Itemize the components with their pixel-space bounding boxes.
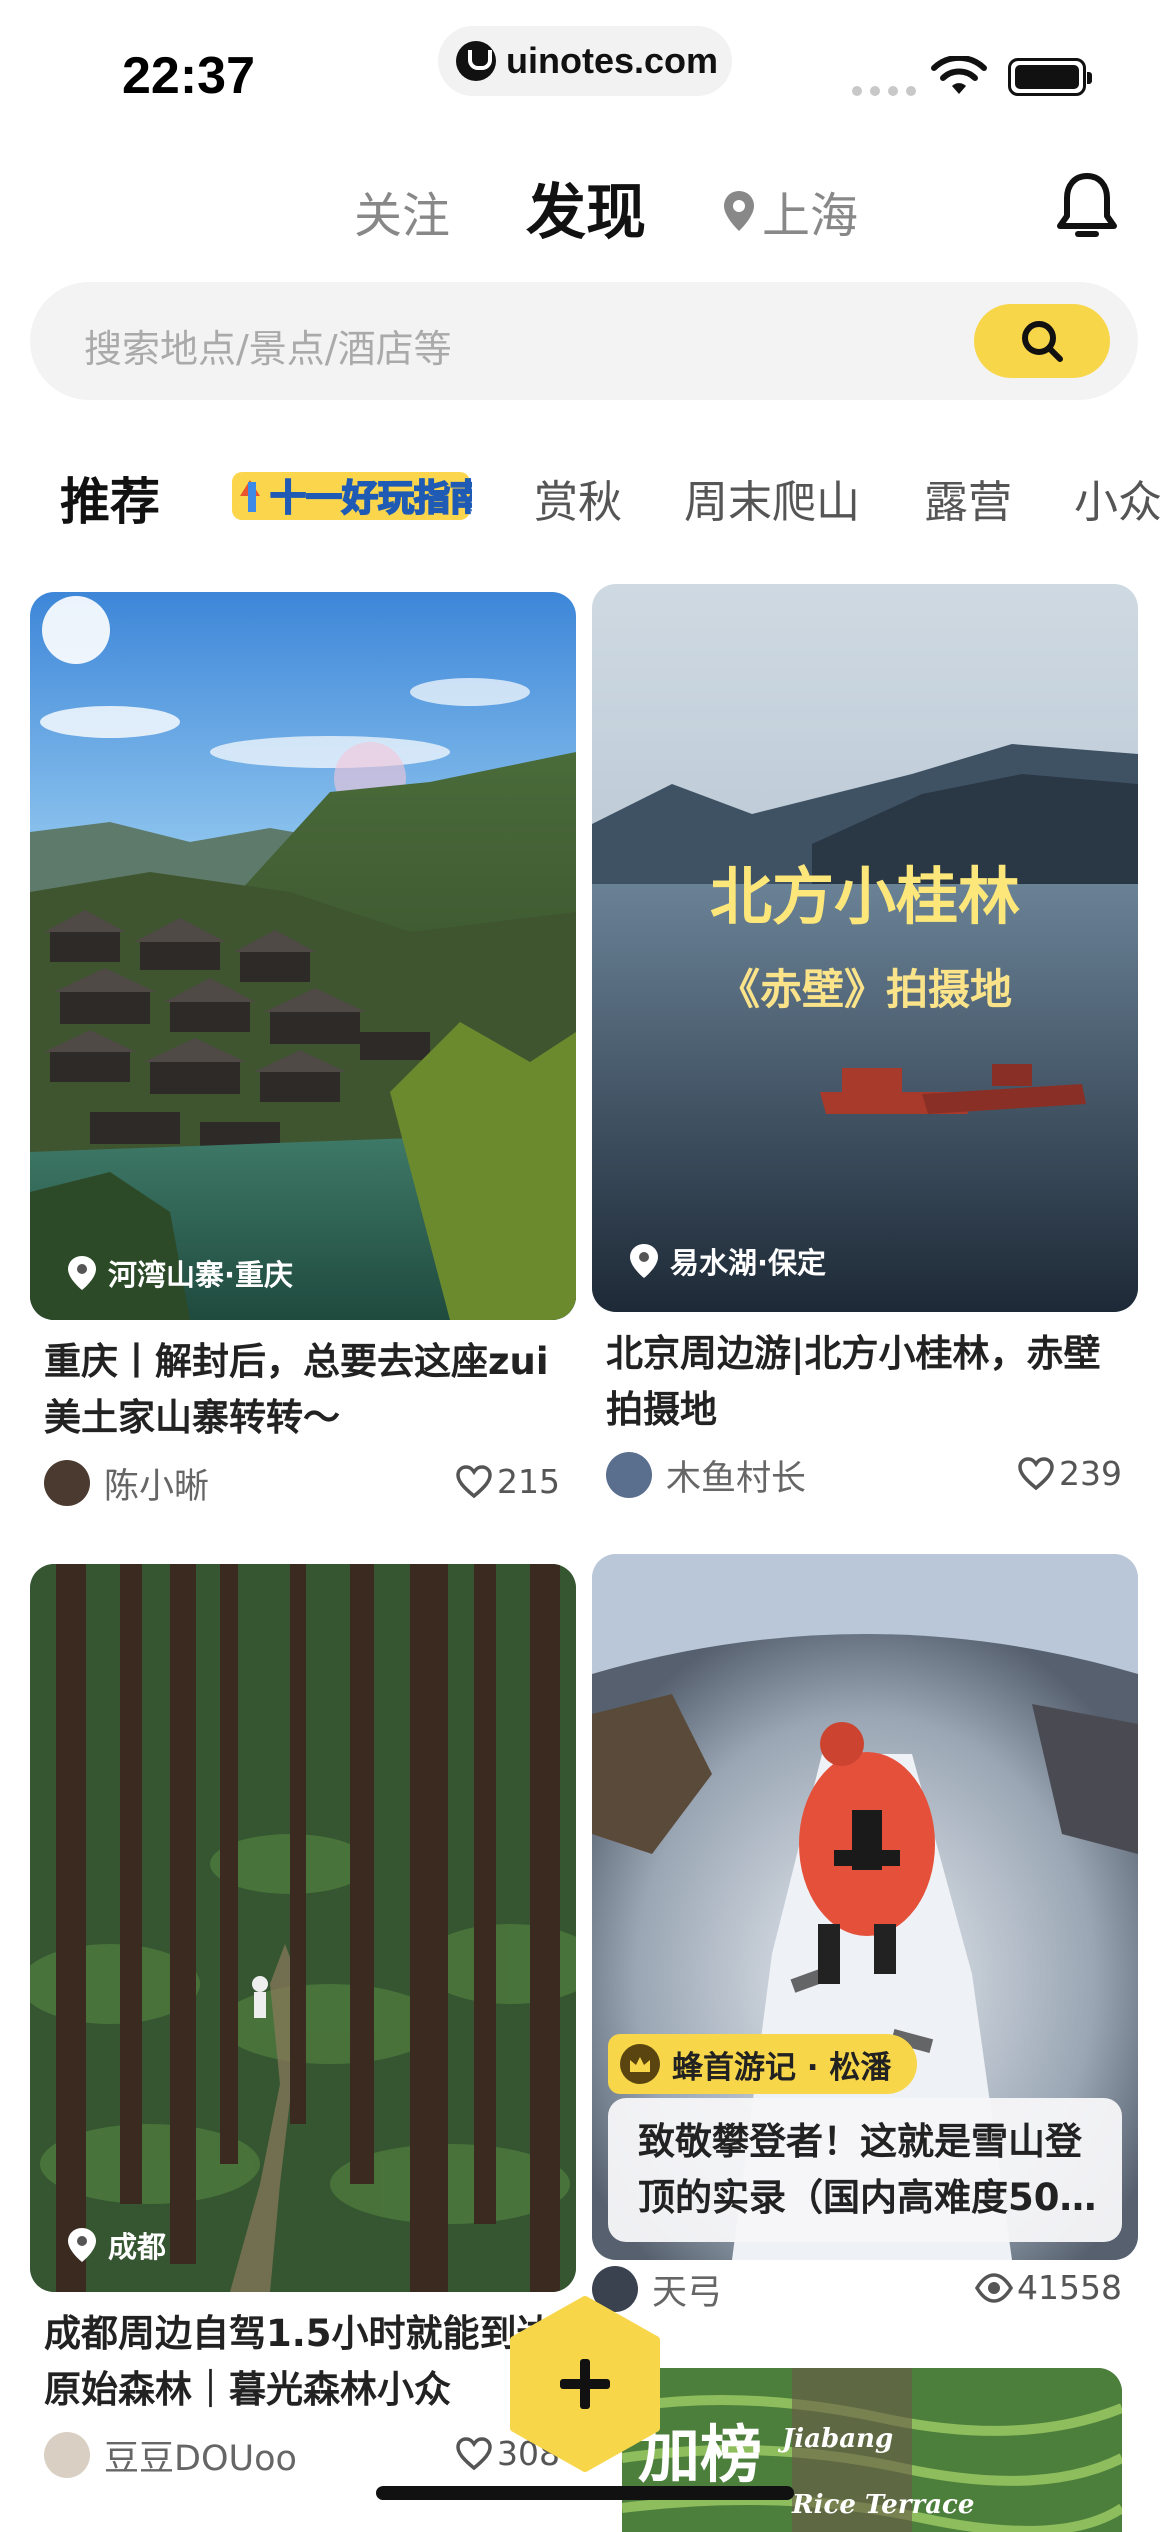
card-image[interactable]: 成都 [30, 1564, 576, 2292]
card-image[interactable]: 蜂首游记 · 松潘 致敬攀登者！这就是雪山登顶的实录（国内高难度50… [592, 1554, 1138, 2260]
search-button[interactable] [974, 304, 1110, 378]
category-tab-recommend[interactable]: 推荐 [60, 462, 174, 552]
category-tab-autumn[interactable]: 赏秋 [534, 466, 622, 530]
category-tab-camping[interactable]: 露营 [924, 466, 1012, 530]
eye-icon [975, 2272, 1014, 2303]
status-time: 22:37 [122, 47, 255, 105]
like-count[interactable]: 239 [1017, 1454, 1122, 1493]
search-input[interactable]: 搜索地点/景点/酒店等 [84, 318, 452, 373]
avatar[interactable] [44, 2432, 90, 2478]
location-pin-icon [724, 191, 754, 231]
feed-card[interactable]: 成都 成都周边自驾1.5小时就能到达原始森林｜暮光森林小众 豆豆DOUoo 30… [30, 1564, 576, 2484]
location-tag: 易水湖·保定 [628, 1240, 826, 1282]
location-pin-icon [630, 1244, 658, 1278]
heart-icon [456, 2436, 492, 2470]
search-bar[interactable]: 搜索地点/景点/酒店等 [30, 282, 1138, 400]
city-label: 上海 [762, 188, 859, 244]
card-image[interactable]: 河湾山寨·重庆 [30, 592, 576, 1320]
card-meta: 天弓 41558 [592, 2264, 1122, 2314]
likes-number: 239 [1059, 1454, 1122, 1493]
card-meta: 陈小晰 215 [44, 1458, 560, 1508]
url-text: uinotes.com [506, 40, 719, 81]
crown-icon [620, 2044, 660, 2084]
card-title[interactable]: 重庆丨解封后，总要去这座zui美土家山寨转转～ [44, 1334, 564, 1446]
author-name[interactable]: 木鱼村长 [666, 1450, 806, 1501]
status-bar: 22:37 uinotes.com [0, 0, 1170, 130]
url-pill[interactable]: uinotes.com [438, 26, 732, 96]
lake-photo [592, 584, 1138, 1312]
image-caption-1: Jiabang [782, 2424, 894, 2454]
location-pin-icon [68, 1256, 96, 1290]
banner-text: 十一好玩指南 [270, 478, 472, 519]
likes-number: 215 [497, 1462, 560, 1501]
feed-card[interactable]: 河湾山寨·重庆 重庆丨解封后，总要去这座zui美土家山寨转转～ 陈小晰 215 [30, 592, 576, 1512]
cellular-signal-icon [852, 86, 916, 96]
city-selector[interactable]: 上海 [722, 176, 858, 246]
heart-icon [456, 1464, 492, 1498]
avatar[interactable] [44, 1460, 90, 1506]
title-overlay[interactable]: 致敬攀登者！这就是雪山登顶的实录（国内高难度50… [608, 2098, 1122, 2242]
tab-follow[interactable]: 关注 [354, 176, 450, 246]
tab-discover[interactable]: 发现 [526, 164, 646, 251]
location-pin-icon [68, 2228, 96, 2262]
travelogue-badge: 蜂首游记 · 松潘 [608, 2034, 918, 2094]
bell-icon[interactable] [1054, 170, 1120, 242]
category-tabs: 推荐 十一好玩指南 赏秋 周末爬山 露营 小众 [0, 450, 1170, 560]
category-tab-niche[interactable]: 小众 [1074, 466, 1162, 530]
card-image[interactable]: 北方小桂林 《赤壁》拍摄地 易水湖·保定 [592, 584, 1138, 1312]
search-icon [1022, 321, 1063, 362]
card-meta: 木鱼村长 239 [606, 1450, 1122, 1500]
home-indicator[interactable] [376, 2486, 794, 2500]
image-headline: 北方小桂林 [709, 860, 1020, 933]
location-text: 成都 [108, 2230, 167, 2264]
card-title[interactable]: 北京周边游|北方小桂林，赤壁拍摄地 [606, 1326, 1126, 1438]
card-title[interactable]: 成都周边自驾1.5小时就能到达原始森林｜暮光森林小众 [44, 2306, 564, 2418]
views-number: 41558 [1017, 2268, 1122, 2307]
category-tab-weekend-hiking[interactable]: 周末爬山 [684, 466, 860, 530]
battery-icon [1008, 58, 1092, 96]
card-title[interactable]: 致敬攀登者！这就是雪山登顶的实录（国内高难度50… [638, 2114, 1108, 2226]
location-text: 河湾山寨·重庆 [108, 1258, 294, 1292]
heart-icon [1018, 1456, 1054, 1490]
author-name[interactable]: 豆豆DOUoo [104, 2430, 297, 2481]
location-tag: 河湾山寨·重庆 [66, 1252, 293, 1294]
forest-photo [30, 1564, 576, 2292]
holiday-guide-banner[interactable]: 十一好玩指南 [230, 460, 472, 530]
badge-text: 蜂首游记 · 松潘 [672, 2049, 892, 2086]
image-caption-2: Rice Terrace [792, 2490, 975, 2520]
feed-card[interactable]: 北方小桂林 《赤壁》拍摄地 易水湖·保定 北京周边游|北方小桂林，赤壁拍摄地 木… [592, 584, 1138, 1504]
village-photo [30, 592, 576, 1320]
create-post-button[interactable] [504, 2296, 666, 2472]
top-nav: 关注 发现 上海 [0, 160, 1170, 250]
card-image[interactable]: 加榜 Jiabang Rice Terrace [622, 2368, 1122, 2532]
view-count: 41558 [975, 2268, 1122, 2307]
author-name[interactable]: 陈小晰 [104, 1458, 209, 1509]
image-subheadline: 《赤壁》拍摄地 [717, 965, 1012, 1014]
feed-card[interactable]: 加榜 Jiabang Rice Terrace [592, 2368, 1138, 2532]
wifi-icon [931, 56, 987, 94]
like-count[interactable]: 215 [455, 1462, 560, 1501]
location-text: 易水湖·保定 [670, 1246, 827, 1280]
avatar[interactable] [606, 1452, 652, 1498]
card-meta: 豆豆DOUoo 308 [44, 2430, 560, 2480]
site-logo-icon [456, 41, 496, 81]
location-tag: 成都 [66, 2224, 166, 2266]
feed-card-featured[interactable]: 蜂首游记 · 松潘 致敬攀登者！这就是雪山登顶的实录（国内高难度50… 天弓 4… [592, 1554, 1138, 2314]
